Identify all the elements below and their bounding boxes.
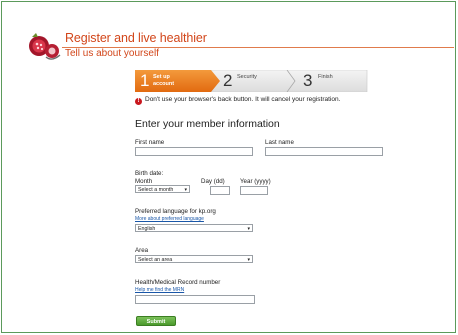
step-3-number: 3 [303, 71, 313, 90]
day-input[interactable] [210, 186, 230, 195]
alert-icon: ! [135, 98, 142, 105]
chevron-down-icon: ▾ [184, 187, 187, 193]
mrn-label: Health/Medical Record number [135, 279, 221, 286]
step-3-label: Finish [318, 74, 333, 80]
month-label: Month [135, 178, 153, 185]
last-name-input[interactable] [265, 147, 383, 156]
section-heading: Enter your member information [135, 118, 280, 130]
preferred-language-label: Preferred language for kp.org [135, 208, 216, 215]
preferred-language-select[interactable]: English ▾ [135, 224, 253, 232]
mrn-help-link[interactable]: Help me find the MRN [135, 287, 184, 293]
day-label: Day (dd) [201, 178, 225, 185]
page-subtitle: Tell us about yourself [65, 48, 159, 59]
submit-button[interactable]: Submit [136, 316, 176, 326]
step-1-number: 1 [140, 71, 150, 90]
year-label: Year (yyyy) [240, 178, 271, 185]
area-select[interactable]: Select an area ▾ [135, 255, 253, 263]
area-select-value: Select an area [138, 257, 173, 263]
pomegranate-logo-icon [29, 33, 61, 60]
warning-text: Don't use your browser's back button. It… [145, 96, 341, 103]
first-name-label: First name [135, 139, 165, 146]
step-2-number: 2 [223, 71, 233, 90]
first-name-input[interactable] [135, 147, 253, 156]
chevron-down-icon: ▾ [247, 226, 250, 232]
mrn-input[interactable] [135, 295, 255, 304]
last-name-label: Last name [265, 139, 294, 146]
back-button-warning: ! Don't use your browser's back button. I… [135, 96, 340, 105]
month-select[interactable]: Select a month ▾ [135, 185, 190, 193]
registration-progress-steps: 1 Set up account 2 Security 3 Finish [135, 70, 371, 92]
area-label: Area [135, 247, 149, 254]
page-title: Register and live healthier [65, 31, 207, 45]
year-input[interactable] [240, 186, 268, 195]
chevron-down-icon: ▾ [247, 257, 250, 263]
birth-date-label: Birth date: [135, 170, 164, 177]
preferred-language-value: English [138, 226, 156, 232]
step-2-label: Security [237, 74, 257, 80]
preferred-language-help-link[interactable]: More about preferred language [135, 216, 204, 222]
step-1-label-line2: account [153, 80, 175, 87]
month-select-value: Select a month [138, 187, 174, 193]
